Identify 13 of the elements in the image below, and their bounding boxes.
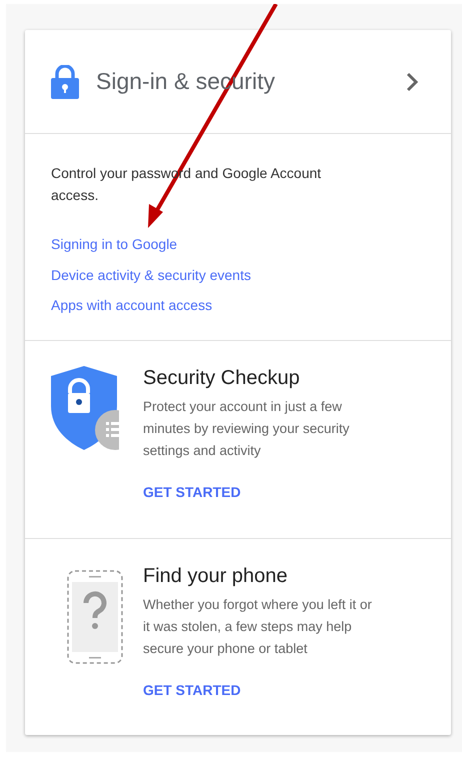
link[interactable]: Signing in to Google — [51, 234, 178, 254]
link[interactable]: Apps with account access — [51, 295, 212, 315]
feature-description: Protect your account in just a few minutes by reviewing your security settings and activity — [143, 398, 350, 460]
feature-title: Find your phone — [143, 564, 289, 588]
lock-icon — [51, 64, 79, 98]
link[interactable]: Device activity & security events — [51, 264, 251, 284]
get-started-link[interactable]: GET STARTED — [143, 682, 241, 698]
feature-title: Security Checkup — [143, 366, 301, 390]
shield-lock-icon — [51, 366, 119, 452]
phone-icon — [67, 570, 123, 664]
chevron-right-icon[interactable] — [405, 72, 419, 92]
feature-description: Whether you forgot where you left it or it was stolen, a few steps may help secure your phone or tablet — [143, 596, 373, 658]
get-started-link[interactable]: GET STARTED — [143, 484, 241, 500]
